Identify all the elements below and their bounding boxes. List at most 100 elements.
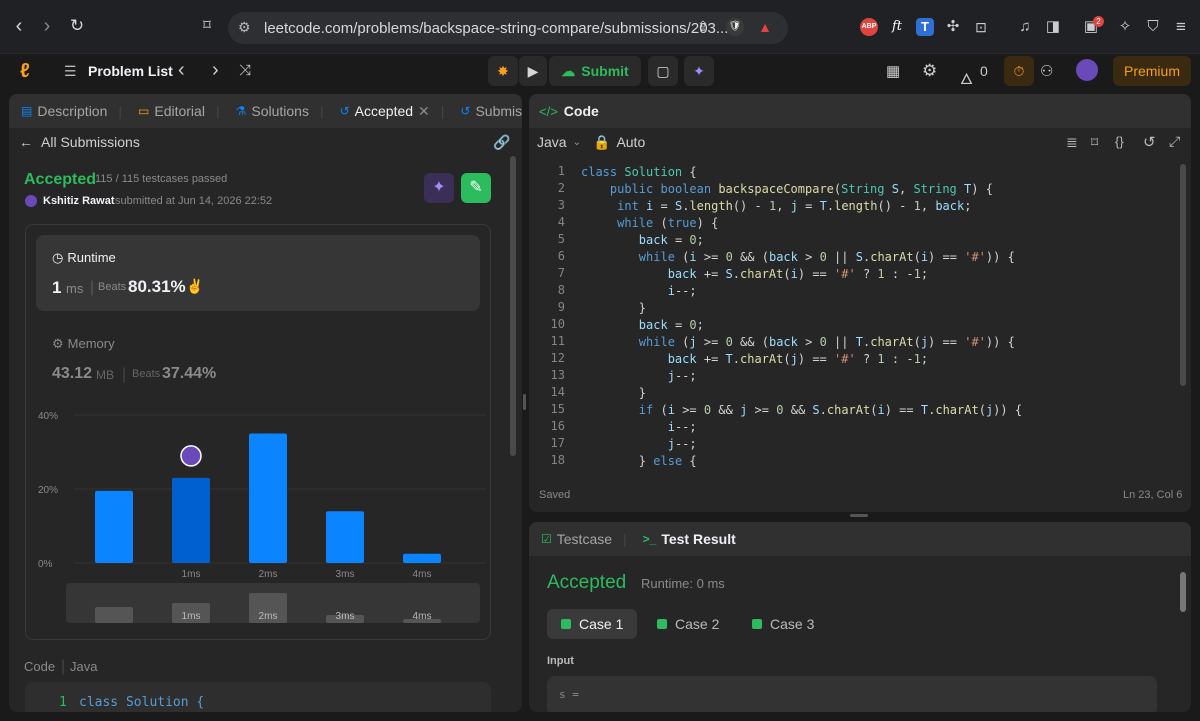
notes-button[interactable]: ▢ (648, 56, 678, 86)
editor-scrollbar[interactable] (1180, 164, 1186, 386)
submissions-icon: ↺ (460, 104, 471, 118)
leo-ai-icon[interactable]: ✧ (1116, 18, 1134, 36)
cloud-upload-icon: ☁ (561, 62, 576, 79)
tab-testcase[interactable]: ☑ Testcase | (529, 531, 635, 547)
share-icon[interactable]: ⇪ (692, 15, 714, 37)
tab-submissions-label: Submissions (475, 103, 522, 119)
reader-icon[interactable]: ⊡ (972, 18, 990, 36)
link-icon[interactable]: 🔗 (493, 134, 510, 151)
tab-solutions-label: Solutions (251, 103, 309, 119)
divider: | (61, 658, 66, 675)
tab-test-result-label: Test Result (661, 531, 736, 547)
all-submissions-link[interactable]: ← All Submissions (19, 134, 140, 150)
browser-toolbar: ‹ › ↻ ⌑ ⚙ leetcode.com/problems/backspac… (0, 0, 1200, 54)
runtime-distribution-chart[interactable]: 40% 20% 0% 1ms 2ms 3ms 4ms 1ms 2ms 3ms 4ms (26, 395, 492, 635)
line-number: 16 (550, 419, 565, 433)
site-settings-icon[interactable]: ⚙ (238, 19, 251, 36)
clock-icon: ◷ (52, 250, 64, 265)
code-text: i--; (667, 284, 697, 298)
shuffle-icon[interactable]: ⤨ (239, 62, 251, 79)
runtime-box[interactable]: ◷ Runtime 1 ms | Beats 80.31% ✌ (36, 235, 480, 311)
test-result-panel: ☑ Testcase | >_ Test Result Accepted Runt… (529, 522, 1191, 712)
code-editor[interactable]: 1 class Solution {2 public boolean backsp… (529, 164, 1169, 470)
forward-arrow-icon[interactable]: › (36, 15, 58, 37)
back-arrow-icon[interactable]: ‹ (8, 15, 30, 37)
braces-icon[interactable]: {} (1115, 134, 1124, 149)
run-button[interactable]: ▶ (519, 56, 547, 86)
chart-bar[interactable] (95, 490, 133, 563)
case-3-tab[interactable]: Case 3 (738, 609, 828, 639)
prev-problem-icon[interactable]: ‹ (178, 59, 185, 82)
submit-button[interactable]: ☁ Submit (549, 56, 641, 86)
ai-assist-button[interactable]: ✦ (684, 56, 714, 86)
menu-icon[interactable]: ≡ (1172, 18, 1190, 36)
media-icon[interactable]: ♫ (1016, 18, 1034, 36)
runtime-value: 1 (52, 278, 62, 297)
chart-bar[interactable] (249, 433, 287, 564)
language-select[interactable]: Java ⌄ (537, 134, 581, 152)
leetcode-logo-icon[interactable]: ℓ (20, 60, 30, 83)
memory-value: 43.12 (52, 365, 93, 382)
analyze-button[interactable]: ✦ (424, 173, 454, 203)
preview-code-line: class Solution { (79, 695, 205, 710)
case-1-tab[interactable]: Case 1 (547, 609, 638, 639)
submit-label: Submit (581, 63, 629, 79)
line-number: 2 (557, 181, 565, 195)
format-icon[interactable]: ≣ (1066, 134, 1078, 151)
bookmark-icon[interactable]: ⌑ (196, 15, 218, 37)
add-friend-icon[interactable]: ⚇ (1040, 62, 1053, 80)
line-number: 6 (557, 249, 565, 263)
tab-solutions[interactable]: ⚗ Solutions | (228, 103, 332, 119)
vpn-icon[interactable]: ⛉ (1144, 18, 1162, 36)
sidebar-icon[interactable]: ◨ (1044, 18, 1062, 36)
expand-icon[interactable]: ⤢ (1169, 133, 1180, 150)
author-avatar[interactable] (25, 195, 37, 207)
code-tabbar: </> Code (529, 94, 1191, 128)
bookmark-icon[interactable]: ⌑ (1091, 134, 1098, 151)
chart-bar[interactable] (326, 511, 364, 563)
mini-tick-label: 2ms (259, 611, 278, 622)
ft-extension-icon[interactable]: ft (888, 18, 906, 36)
timer-icon: ⏱ (1013, 62, 1025, 79)
premium-button[interactable]: Premium (1113, 56, 1191, 86)
next-problem-icon[interactable]: › (212, 59, 219, 82)
reset-icon[interactable]: ↺ (1143, 133, 1156, 151)
horizontal-splitter[interactable] (850, 514, 868, 517)
y-tick-label: 40% (38, 411, 58, 422)
line-number: 11 (550, 334, 565, 348)
case-2-tab[interactable]: Case 2 (643, 609, 733, 639)
problem-list-link[interactable]: Problem List (88, 63, 173, 79)
panel-splitter[interactable] (523, 394, 526, 410)
author-name[interactable]: Kshitiz Rawat (43, 195, 115, 207)
tab-submissions[interactable]: ↺ Submissions (452, 103, 522, 119)
brave-shield-icon[interactable]: 🛡 (726, 18, 744, 36)
chart-bar[interactable] (403, 553, 441, 563)
tab-editorial[interactable]: ▭ Editorial | (130, 103, 228, 119)
code-text: class Solution { (581, 165, 697, 179)
memory-title-row[interactable]: ⚙ Memory (52, 336, 115, 352)
tab-accepted[interactable]: ↺ Accepted ✕ | (332, 103, 453, 120)
auto-mode[interactable]: 🔒 Auto (593, 134, 645, 151)
brave-rewards-icon[interactable]: ▲ (756, 18, 774, 36)
chart-bar[interactable] (172, 477, 210, 563)
layout-icon[interactable]: ▦ (886, 62, 900, 80)
result-scrollbar[interactable] (1180, 572, 1186, 612)
left-scrollbar[interactable] (510, 156, 516, 456)
tab-test-result[interactable]: >_ Test Result (635, 531, 744, 547)
x-tick-label: 1ms (182, 569, 201, 580)
app-header: ℓ ☰ Problem List ‹ › ⤨ ✸ ▶ ☁ Submit ▢ ✦ … (0, 54, 1200, 90)
adblock-extension-icon[interactable]: ABP (860, 18, 878, 36)
y-tick-label: 0% (38, 559, 53, 570)
reload-icon[interactable]: ↻ (66, 15, 88, 37)
timer-button[interactable]: ⏱ (1004, 56, 1034, 86)
extensions-puzzle-icon[interactable]: ✣ (944, 18, 962, 36)
settings-gear-icon[interactable]: ⚙ (922, 61, 937, 81)
close-icon[interactable]: ✕ (418, 103, 430, 120)
t-extension-icon[interactable]: T (916, 18, 934, 36)
tab-description[interactable]: ▤ Description | (9, 103, 130, 119)
input-label: Input (547, 655, 574, 667)
debug-button[interactable]: ✸ (488, 56, 518, 86)
avatar[interactable] (1076, 59, 1098, 81)
write-solution-button[interactable]: ✎ (461, 173, 491, 203)
line-number: 4 (557, 215, 565, 229)
